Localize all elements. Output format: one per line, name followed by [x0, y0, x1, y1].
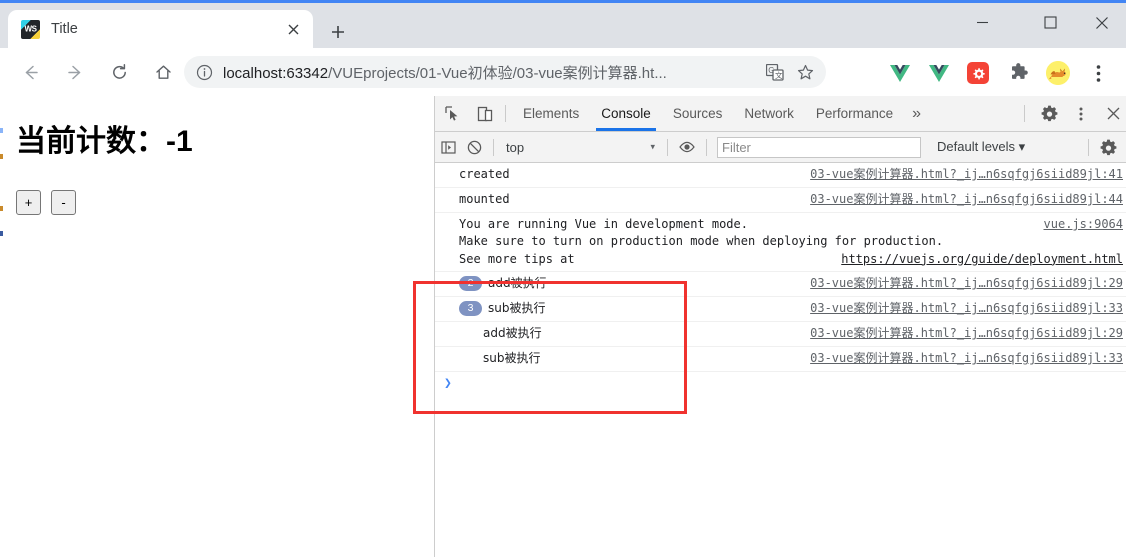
devtools-close-icon[interactable]: [1099, 100, 1126, 128]
console-prompt-caret-icon: ❯: [444, 376, 452, 392]
console-message-source-link[interactable]: 03-vue案例计算器.html?_ij…n6sqfgj6siid89jl:33: [810, 350, 1123, 367]
settings-extension-icon[interactable]: [965, 60, 991, 86]
console-message-text: mounted: [459, 192, 510, 206]
console-sidebar-icon[interactable]: [435, 134, 461, 160]
console-message-text-line3-prefix: See more tips at: [459, 251, 582, 266]
browser-tab[interactable]: Title: [8, 10, 313, 48]
console-bar-divider-4: [1088, 138, 1089, 156]
console-message-add-2[interactable]: add被执行 03-vue案例计算器.html?_ij…n6sqfgj6siid…: [435, 322, 1126, 348]
repeat-count-badge: 3: [459, 301, 482, 317]
console-context-value: top: [506, 139, 525, 155]
vue-devtools-icon-2[interactable]: [926, 60, 952, 86]
devtools-more-menu-icon[interactable]: [1067, 100, 1095, 128]
vue-devtools-icon-1[interactable]: [887, 60, 913, 86]
console-bar-divider-2: [667, 138, 668, 156]
close-tab-icon[interactable]: [281, 17, 305, 41]
console-message-add-1[interactable]: 2 add被执行 03-vue案例计算器.html?_ij…n6sqfgj6si…: [435, 272, 1126, 298]
toolbar-divider: [505, 105, 506, 122]
bookmark-star-icon[interactable]: [792, 59, 818, 85]
log-levels-label: Default levels: [937, 139, 1016, 154]
toolbar-divider-2: [1024, 105, 1025, 122]
counter-buttons: + -: [16, 190, 418, 215]
console-message-text-line1: You are running Vue in development mode.: [459, 217, 748, 231]
tab-sources[interactable]: Sources: [662, 97, 734, 131]
inspect-element-icon[interactable]: [439, 100, 467, 128]
devtools-panel: Elements Console Sources Network Perform…: [434, 96, 1126, 557]
clear-console-icon[interactable]: [461, 134, 487, 160]
console-context-selector[interactable]: top ▾: [500, 137, 661, 157]
window-minimize-button[interactable]: [958, 6, 1006, 39]
profile-avatar[interactable]: [1045, 60, 1071, 86]
chevron-down-icon-levels: ▾: [1018, 139, 1026, 154]
console-message-source-link[interactable]: 03-vue案例计算器.html?_ij…n6sqfgj6siid89jl:44: [810, 191, 1123, 208]
console-message-text: add被执行: [488, 276, 547, 291]
vue-deployment-link[interactable]: https://vuejs.org/guide/deployment.html: [841, 251, 1123, 268]
console-message-source-link[interactable]: 03-vue案例计算器.html?_ij…n6sqfgj6siid89jl:29: [810, 275, 1123, 292]
console-message-text-line2: Make sure to turn on production mode whe…: [459, 234, 944, 249]
back-arrow-icon[interactable]: [15, 57, 45, 87]
console-message-text: created: [459, 167, 510, 181]
new-tab-button[interactable]: [323, 17, 353, 47]
tab-strip: Title: [0, 3, 1126, 48]
console-message-sub-1[interactable]: 3 sub被执行 03-vue案例计算器.html?_ij…n6sqfgj6si…: [435, 297, 1126, 323]
console-filter-input[interactable]: Filter: [717, 136, 921, 158]
webstorm-favicon-icon: [21, 19, 40, 39]
address-bar-url: localhost:63342/VUEprojects/01-Vue初体验/03…: [223, 62, 762, 83]
settings-extension-badge: [967, 62, 989, 84]
console-message-source-link[interactable]: 03-vue案例计算器.html?_ij…n6sqfgj6siid89jl:33: [810, 300, 1123, 317]
reload-icon[interactable]: [104, 57, 134, 87]
url-path: /VUEprojects/01-Vue初体验/03-vue案例计算器.ht...: [328, 64, 667, 82]
window-close-button[interactable]: [1078, 6, 1126, 39]
console-log-levels-dropdown[interactable]: Default levels ▾: [929, 139, 1033, 155]
site-info-icon[interactable]: [196, 64, 213, 81]
forward-arrow-icon[interactable]: [60, 57, 90, 87]
console-message-text: sub被执行: [483, 351, 541, 366]
browser-menu-icon[interactable]: [1085, 60, 1111, 86]
url-host: localhost:63342: [223, 64, 329, 82]
console-bar-divider-3: [706, 138, 707, 156]
console-message-source-link[interactable]: 03-vue案例计算器.html?_ij…n6sqfgj6siid89jl:41: [810, 166, 1123, 183]
address-bar[interactable]: localhost:63342/VUEprojects/01-Vue初体验/03…: [184, 56, 826, 88]
console-message-vue-devmode[interactable]: You are running Vue in development mode.…: [435, 213, 1126, 273]
console-message-text: add被执行: [483, 326, 542, 341]
console-prompt[interactable]: ❯: [435, 372, 1126, 401]
browser-window: Title: [0, 0, 1126, 557]
console-settings-gear-icon[interactable]: [1095, 134, 1121, 160]
console-bar-divider: [493, 138, 494, 156]
devtools-settings-gear-icon[interactable]: [1035, 100, 1063, 128]
browser-toolbar: localhost:63342/VUEprojects/01-Vue初体验/03…: [0, 48, 1126, 97]
console-message-mounted[interactable]: mounted 03-vue案例计算器.html?_ij…n6sqfgj6sii…: [435, 188, 1126, 213]
console-filter-bar: top ▾ Filter Default levels ▾: [435, 132, 1126, 163]
devtools-tab-bar: Elements Console Sources Network Perform…: [435, 96, 1126, 132]
home-icon[interactable]: [148, 57, 178, 87]
device-toolbar-icon[interactable]: [471, 100, 499, 128]
window-maximize-button[interactable]: [1026, 6, 1074, 39]
chevron-down-icon: ▾: [650, 141, 655, 152]
repeat-count-badge: 2: [459, 276, 482, 292]
console-message-text: sub被执行: [488, 301, 546, 316]
console-message-source-link[interactable]: 03-vue案例计算器.html?_ij…n6sqfgj6siid89jl:29: [810, 325, 1123, 342]
page-viewport: 当前计数：-1 + -: [0, 96, 434, 557]
translate-icon[interactable]: G 文: [762, 60, 788, 84]
decrement-button[interactable]: -: [51, 190, 76, 215]
live-expression-eye-icon[interactable]: [674, 134, 700, 160]
console-message-list: created 03-vue案例计算器.html?_ij…n6sqfgj6sii…: [435, 163, 1126, 401]
svg-text:文: 文: [775, 70, 783, 80]
console-message-created[interactable]: created 03-vue案例计算器.html?_ij…n6sqfgj6sii…: [435, 163, 1126, 188]
tab-overflow-button[interactable]: »: [904, 97, 929, 131]
page-edge-artifacts: [0, 96, 3, 557]
tab-performance[interactable]: Performance: [805, 97, 904, 131]
puzzle-extensions-icon[interactable]: [1005, 60, 1031, 86]
tab-network[interactable]: Network: [733, 97, 805, 131]
avatar-image: [1046, 61, 1070, 85]
tab-console[interactable]: Console: [590, 97, 662, 131]
tab-title: Title: [51, 21, 78, 37]
console-message-sub-2[interactable]: sub被执行 03-vue案例计算器.html?_ij…n6sqfgj6siid…: [435, 347, 1126, 373]
counter-display: 当前计数：-1: [16, 125, 193, 158]
tab-elements[interactable]: Elements: [512, 97, 590, 131]
console-message-source-link[interactable]: vue.js:9064: [1044, 216, 1123, 233]
increment-button[interactable]: +: [16, 190, 41, 215]
